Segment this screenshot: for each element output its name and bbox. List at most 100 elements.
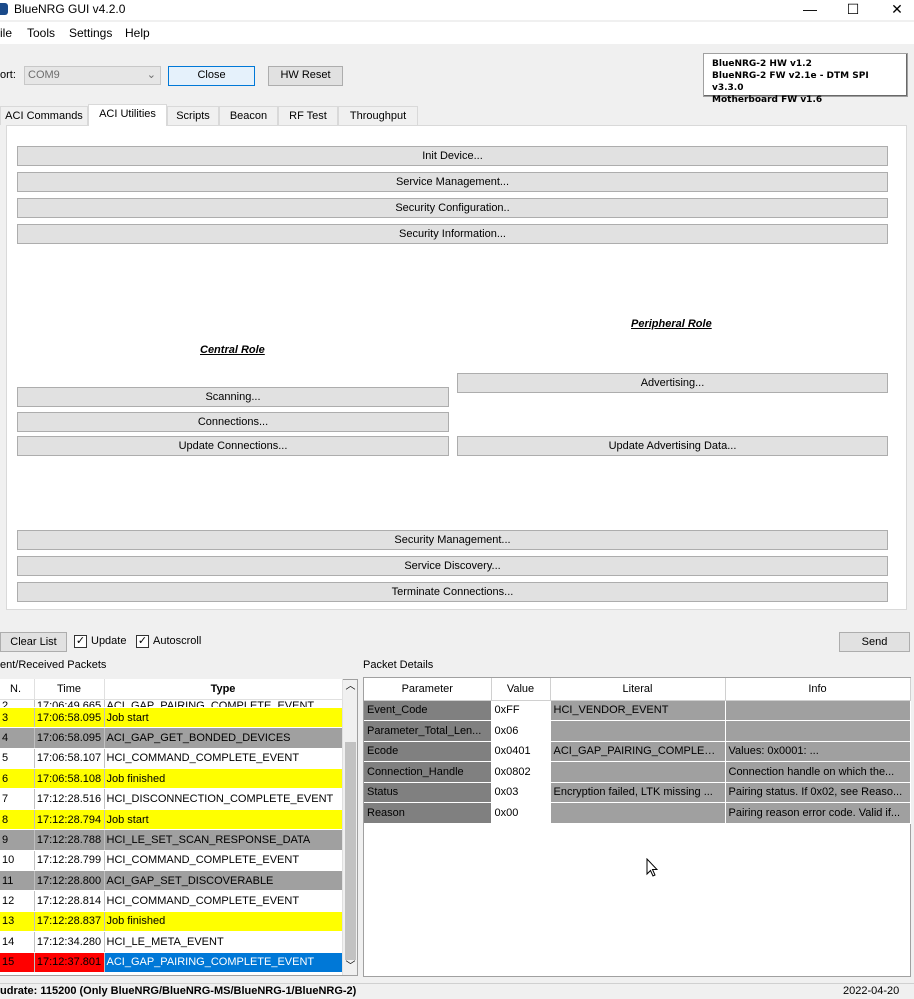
aci-utilities-panel: Init Device... Service Management... Sec… [6, 125, 907, 610]
table-row[interactable]: 9 17:12:28.788 HCI_LE_SET_SCAN_RESPONSE_DA… [0, 829, 343, 851]
scroll-thumb[interactable] [345, 742, 356, 960]
table-row[interactable]: Parameter_Total_Len... 0x06 [364, 720, 911, 742]
packet-type-cell: Job finished [104, 911, 343, 933]
detail-info-cell: Connection handle on which the... [725, 761, 911, 783]
packet-type-cell: ACI_GAP_SET_DISCOVERABLE [104, 870, 343, 892]
packet-time-cell: 17:06:58.095 [34, 707, 105, 729]
security-configuration-button[interactable]: Security Configuration.. [17, 198, 888, 218]
packet-type-cell: ACI_GAP_PAIRING_COMPLETE_EVENT [104, 699, 343, 708]
tab-aci-utilities[interactable]: ACI Utilities [88, 104, 167, 126]
packets-scrollbar[interactable]: ︿ ﹀ [342, 680, 357, 975]
col-n[interactable]: N. [0, 679, 35, 700]
table-row[interactable]: 6 17:06:58.108 Job finished [0, 768, 343, 790]
table-row[interactable]: 14 17:12:34.280 HCI_LE_META_EVENT [0, 931, 343, 953]
col-literal[interactable]: Literal [550, 678, 726, 701]
detail-value-cell: 0x0401 [491, 741, 551, 762]
terminate-connections-button[interactable]: Terminate Connections... [17, 582, 888, 602]
packet-n-cell: 11 [0, 870, 35, 892]
col-value[interactable]: Value [491, 678, 551, 701]
menu-settings[interactable]: Settings [69, 26, 112, 40]
update-checkbox[interactable]: ✓ [74, 635, 87, 648]
packet-time-cell: 17:06:58.107 [34, 748, 105, 770]
minimize-button[interactable]: — [787, 0, 833, 20]
update-advertising-data-button[interactable]: Update Advertising Data... [457, 436, 888, 456]
detail-param-cell: Status [364, 782, 492, 803]
table-row[interactable]: 5 17:06:58.107 HCI_COMMAND_COMPLETE_EVENT [0, 748, 343, 770]
tab-beacon[interactable]: Beacon [219, 106, 278, 125]
table-row[interactable]: 10 17:12:28.799 HCI_COMMAND_COMPLETE_EVENT [0, 850, 343, 872]
detail-literal-cell [550, 761, 726, 783]
hw-reset-button[interactable]: HW Reset [268, 66, 343, 86]
packet-n-cell: 15 [0, 952, 35, 973]
version-info-box: BlueNRG-2 HW v1.2 BlueNRG-2 FW v2.1e - D… [703, 53, 908, 105]
table-row[interactable]: 2 17:06:49.665 ACI_GAP_PAIRING_COMPLETE_EV… [0, 699, 343, 708]
packet-type-cell: HCI_COMMAND_COMPLETE_EVENT [104, 748, 343, 770]
service-discovery-button[interactable]: Service Discovery... [17, 556, 888, 576]
check-icon: ✓ [75, 635, 86, 647]
scroll-up-icon[interactable]: ︿ [344, 680, 357, 695]
close-port-button[interactable]: Close [168, 66, 255, 86]
scroll-down-icon[interactable]: ﹀ [344, 960, 357, 975]
packets-table: N. Time Type 2 17:06:49.665 ACI_GAP_PAIRIN… [0, 679, 343, 973]
packet-n-cell: 4 [0, 727, 35, 749]
table-row[interactable]: 11 17:12:28.800 ACI_GAP_SET_DISCOVERABLE [0, 870, 343, 892]
tab-aci-commands[interactable]: ACI Commands [0, 106, 88, 125]
port-select[interactable]: COM9 ⌄ [24, 66, 161, 85]
table-row[interactable]: 8 17:12:28.794 Job start [0, 809, 343, 831]
tab-throughput[interactable]: Throughput [338, 106, 418, 125]
mouse-cursor-icon [646, 858, 658, 877]
baudrate-status: udrate: 115200 (Only BlueNRG/BlueNRG-MS/… [0, 985, 357, 997]
window-title: BlueNRG GUI v4.2.0 [14, 2, 126, 16]
menu-bar: ile Tools Settings Help [0, 22, 914, 44]
clear-list-button[interactable]: Clear List [0, 632, 67, 652]
send-button[interactable]: Send [839, 632, 910, 652]
connections-button[interactable]: Connections... [17, 412, 449, 432]
col-info[interactable]: Info [725, 678, 911, 701]
detail-param-cell: Parameter_Total_Len... [364, 720, 492, 742]
packet-type-cell: ACI_GAP_PAIRING_COMPLETE_EVENT [104, 952, 343, 973]
security-management-button[interactable]: Security Management... [17, 530, 888, 550]
table-row[interactable]: Ecode 0x0401 ACI_GAP_PAIRING_COMPLETE... V… [364, 741, 911, 762]
init-device-button[interactable]: Init Device... [17, 146, 888, 166]
table-row[interactable]: Event_Code 0xFF HCI_VENDOR_EVENT [364, 700, 911, 721]
tab-scripts[interactable]: Scripts [167, 106, 219, 125]
maximize-button[interactable]: ☐ [830, 0, 876, 20]
detail-literal-cell: HCI_VENDOR_EVENT [550, 700, 726, 721]
date-status: 2022-04-20 [843, 985, 900, 997]
table-row[interactable]: 7 17:12:28.516 HCI_DISCONNECTION_COMPLETE_… [0, 788, 343, 810]
packet-type-cell: ACI_GAP_GET_BONDED_DEVICES [104, 727, 343, 749]
port-value: COM9 [28, 69, 60, 81]
menu-help[interactable]: Help [125, 26, 150, 40]
table-row[interactable]: 12 17:12:28.814 HCI_COMMAND_COMPLETE_EVENT [0, 890, 343, 912]
packet-n-cell: 5 [0, 748, 35, 770]
col-type[interactable]: Type [104, 679, 343, 700]
update-connections-button[interactable]: Update Connections... [17, 436, 449, 456]
table-row[interactable]: Reason 0x00 Pairing reason error code. Val… [364, 802, 911, 824]
packets-title: ent/Received Packets [0, 659, 107, 671]
packet-type-cell: Job start [104, 809, 343, 831]
table-row[interactable]: 13 17:12:28.837 Job finished [0, 911, 343, 933]
table-row[interactable]: Status 0x03 Encryption failed, LTK missing… [364, 782, 911, 803]
packet-time-cell: 17:12:28.794 [34, 809, 105, 831]
table-row[interactable]: 15 17:12:37.801 ACI_GAP_PAIRING_COMPLETE_E… [0, 952, 343, 973]
autoscroll-checkbox[interactable]: ✓ [136, 635, 149, 648]
close-window-button[interactable]: ✕ [874, 0, 914, 20]
service-management-button[interactable]: Service Management... [17, 172, 888, 192]
central-role-label: Central Role [200, 344, 265, 356]
security-information-button[interactable]: Security Information... [17, 224, 888, 244]
col-time[interactable]: Time [34, 679, 105, 700]
detail-value-cell: 0x0802 [491, 761, 551, 783]
packet-time-cell: 17:12:28.799 [34, 850, 105, 872]
advertising-button[interactable]: Advertising... [457, 373, 888, 393]
tab-rf-test[interactable]: RF Test [278, 106, 338, 125]
col-parameter[interactable]: Parameter [364, 678, 492, 701]
packet-type-cell: Job start [104, 707, 343, 729]
menu-file[interactable]: ile [0, 26, 12, 40]
packet-n-cell: 6 [0, 768, 35, 790]
table-row[interactable]: Connection_Handle 0x0802 Connection handle… [364, 761, 911, 783]
table-row[interactable]: 3 17:06:58.095 Job start [0, 707, 343, 729]
menu-tools[interactable]: Tools [27, 26, 55, 40]
table-row[interactable]: 4 17:06:58.095 ACI_GAP_GET_BONDED_DEVICES [0, 727, 343, 749]
packet-type-cell: HCI_COMMAND_COMPLETE_EVENT [104, 850, 343, 872]
scanning-button[interactable]: Scanning... [17, 387, 449, 407]
